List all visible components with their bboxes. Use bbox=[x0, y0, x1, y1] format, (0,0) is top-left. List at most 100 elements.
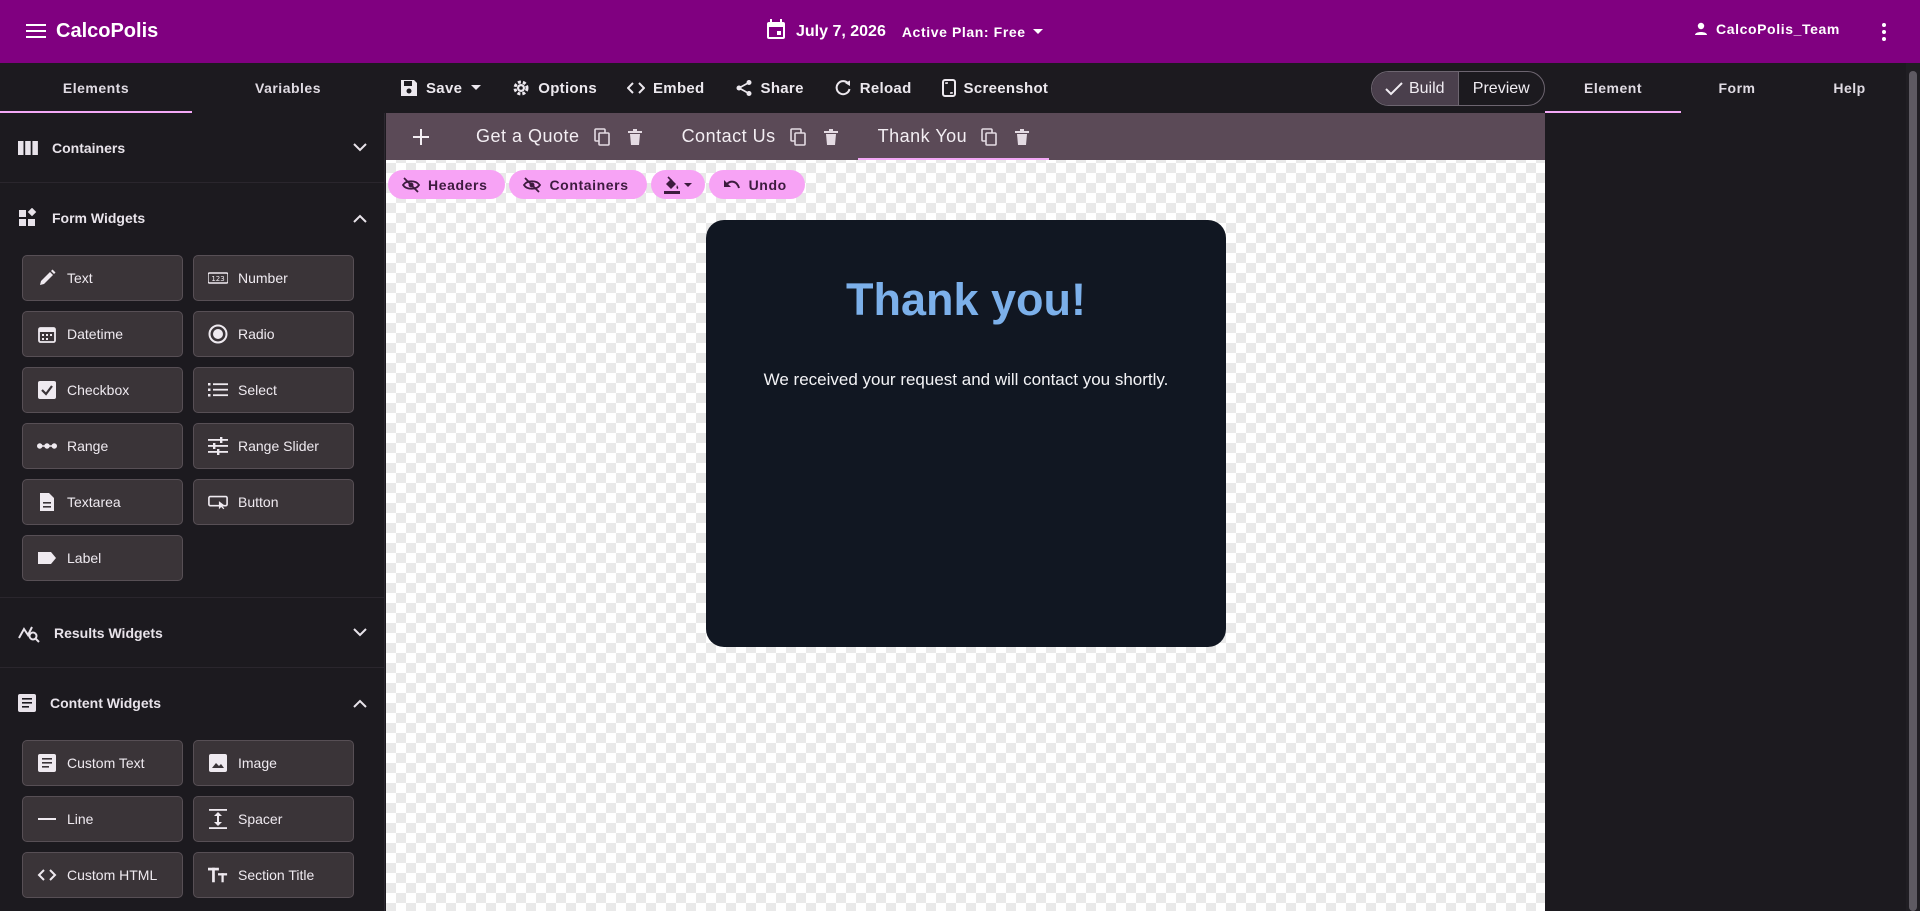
widget-number[interactable]: 123 Number bbox=[193, 255, 354, 301]
options-button[interactable]: Options bbox=[512, 79, 597, 97]
caret-down-icon bbox=[683, 182, 692, 187]
page-tab-contact-us[interactable]: Contact Us bbox=[662, 113, 858, 160]
content-widgets-grid: Custom Text Image Line Spacer Custom HTM… bbox=[0, 738, 384, 911]
containers-label: Containers bbox=[549, 176, 629, 193]
widget-label: Section Title bbox=[238, 867, 315, 883]
copy-icon[interactable] bbox=[981, 127, 997, 146]
toggle-headers-button[interactable]: Headers bbox=[388, 170, 506, 199]
results-widgets-section-header[interactable]: Results Widgets bbox=[0, 598, 384, 668]
widget-section-title[interactable]: Section Title bbox=[193, 852, 354, 898]
scrollbar-thumb[interactable] bbox=[1909, 71, 1917, 911]
menu-icon[interactable] bbox=[24, 19, 48, 43]
more-vert-icon[interactable] bbox=[1874, 20, 1894, 44]
widget-label: Select bbox=[238, 382, 277, 398]
delete-icon[interactable] bbox=[1015, 128, 1030, 145]
plan-dropdown[interactable]: Active Plan: Free bbox=[902, 24, 1044, 40]
undo-icon bbox=[723, 179, 740, 188]
page-tab-get-a-quote[interactable]: Get a Quote bbox=[456, 113, 662, 160]
date-plan-group: July 7, 2026 Active Plan: Free bbox=[766, 18, 1044, 45]
containers-section-label: Containers bbox=[52, 139, 126, 156]
left-tabs: Elements Variables bbox=[0, 63, 385, 113]
widget-label: Custom Text bbox=[67, 755, 145, 771]
headers-label: Headers bbox=[428, 176, 488, 193]
form-canvas: Get a Quote Contact Us Thank You Headers… bbox=[386, 113, 1545, 911]
form-widgets-section-header[interactable]: Form Widgets bbox=[0, 183, 384, 253]
widget-label: Line bbox=[67, 811, 94, 827]
widget-checkbox[interactable]: Checkbox bbox=[22, 367, 183, 413]
form-widgets-grid: Text 123 Number Datetime Radio Checkbox … bbox=[0, 253, 384, 598]
app-bar: CalcoPolis July 7, 2026 Active Plan: Fre… bbox=[0, 0, 1920, 63]
page-tab-thank-you[interactable]: Thank You bbox=[857, 113, 1050, 160]
page-scrollbar[interactable] bbox=[1906, 63, 1920, 911]
share-button[interactable]: Share bbox=[735, 79, 804, 97]
chevron-up-icon bbox=[350, 693, 370, 713]
horizontal-rule-icon bbox=[37, 809, 57, 829]
widget-range[interactable]: Range bbox=[22, 423, 183, 469]
widget-line[interactable]: Line bbox=[22, 796, 183, 842]
page-tab-label: Get a Quote bbox=[476, 126, 580, 146]
screenshot-button[interactable]: Screenshot bbox=[941, 79, 1049, 97]
canvas-pill-buttons: Headers Containers Undo bbox=[388, 170, 805, 199]
save-button[interactable]: Save bbox=[400, 79, 482, 97]
preview-toggle-button[interactable]: Preview bbox=[1457, 72, 1545, 105]
button-cursor-icon bbox=[208, 492, 228, 512]
widget-label: Label bbox=[67, 550, 102, 566]
widget-range-slider[interactable]: Range Slider bbox=[193, 423, 354, 469]
caret-down-icon bbox=[471, 85, 482, 90]
code-icon bbox=[627, 82, 645, 94]
embed-button[interactable]: Embed bbox=[627, 80, 705, 97]
copy-icon[interactable] bbox=[593, 127, 610, 146]
fill-color-button[interactable] bbox=[650, 170, 705, 199]
copy-icon[interactable] bbox=[789, 127, 806, 146]
calendar-icon bbox=[766, 18, 786, 45]
action-buttons: Save Options Embed Share Reload Screensh… bbox=[400, 63, 1078, 113]
delete-icon[interactable] bbox=[627, 128, 642, 145]
widget-custom-text[interactable]: Custom Text bbox=[22, 740, 183, 786]
widget-spacer[interactable]: Spacer bbox=[193, 796, 354, 842]
widget-image[interactable]: Image bbox=[193, 740, 354, 786]
reload-button[interactable]: Reload bbox=[834, 79, 912, 97]
article-icon bbox=[18, 694, 36, 712]
content-widgets-section-header[interactable]: Content Widgets bbox=[0, 668, 384, 738]
widget-label: Textarea bbox=[67, 494, 121, 510]
check-icon bbox=[1385, 81, 1403, 95]
widget-label: Spacer bbox=[238, 811, 283, 827]
tab-variables[interactable]: Variables bbox=[192, 63, 384, 113]
caret-down-icon bbox=[1032, 28, 1043, 34]
build-toggle-button[interactable]: Build bbox=[1372, 72, 1458, 105]
widget-label-item[interactable]: Label bbox=[22, 535, 183, 581]
undo-label: Undo bbox=[748, 176, 787, 193]
widget-datetime[interactable]: Datetime bbox=[22, 311, 183, 357]
add-page-icon[interactable] bbox=[386, 113, 456, 160]
tab-help[interactable]: Help bbox=[1793, 63, 1906, 113]
widget-label: Image bbox=[238, 755, 277, 771]
calendar-icon bbox=[37, 324, 57, 344]
widget-custom-html[interactable]: Custom HTML bbox=[22, 852, 183, 898]
tab-elements[interactable]: Elements bbox=[0, 63, 192, 113]
floppy-disk-icon bbox=[401, 80, 417, 96]
delete-icon[interactable] bbox=[823, 128, 838, 145]
reload-icon bbox=[835, 80, 851, 96]
embed-label: Embed bbox=[653, 79, 705, 97]
user-menu[interactable]: CalcoPolis_Team bbox=[1694, 21, 1840, 37]
right-tabs: Element Form Help bbox=[1545, 63, 1906, 113]
page-tab-label: Contact Us bbox=[681, 126, 776, 146]
containers-section-header[interactable]: Containers bbox=[0, 113, 384, 183]
tab-form[interactable]: Form bbox=[1681, 63, 1793, 113]
current-date: July 7, 2026 bbox=[796, 22, 886, 40]
tab-element[interactable]: Element bbox=[1545, 63, 1681, 113]
vertical-spacing-icon bbox=[208, 809, 228, 829]
save-label: Save bbox=[426, 79, 463, 97]
widget-button[interactable]: Button bbox=[193, 479, 354, 525]
undo-button[interactable]: Undo bbox=[708, 170, 805, 199]
widget-select[interactable]: Select bbox=[193, 367, 354, 413]
widget-text[interactable]: Text bbox=[22, 255, 183, 301]
widget-label: Button bbox=[238, 494, 279, 510]
toggle-containers-button[interactable]: Containers bbox=[509, 170, 647, 199]
widget-textarea[interactable]: Textarea bbox=[22, 479, 183, 525]
thank-you-card[interactable]: Thank you! We received your request and … bbox=[706, 220, 1226, 647]
build-label: Build bbox=[1408, 79, 1445, 97]
svg-text:123: 123 bbox=[211, 275, 224, 283]
widget-label: Radio bbox=[238, 326, 275, 342]
widget-radio[interactable]: Radio bbox=[193, 311, 354, 357]
